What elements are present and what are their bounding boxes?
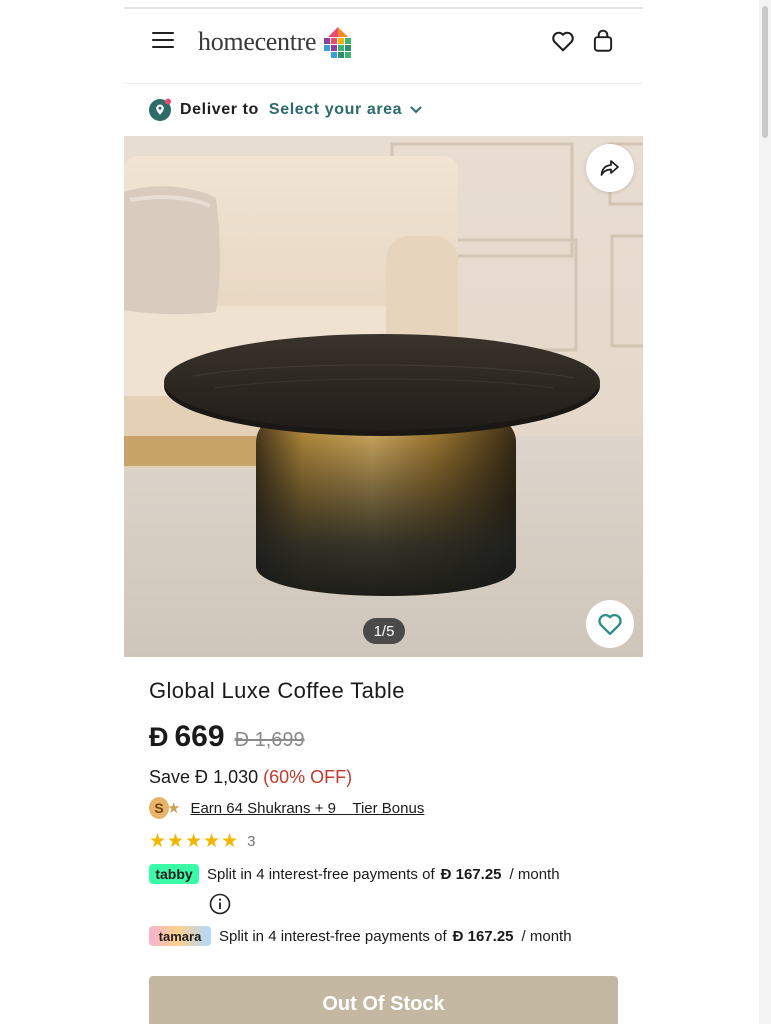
logo-text: homecentre (198, 27, 317, 56)
tabby-amount: Đ 167.25 (440, 865, 502, 883)
tabby-logo: tabby (149, 864, 199, 884)
select-area-text: Select your area (268, 101, 403, 118)
save-label: Save (149, 767, 191, 787)
add-to-wishlist-button[interactable] (586, 600, 634, 648)
tamara-amount: Đ 167.25 (452, 927, 514, 945)
star-rating-icons: ★★★★★ (149, 831, 240, 852)
homecentre-logo[interactable]: homecentre (198, 26, 356, 58)
save-currency: Đ (195, 767, 209, 787)
coffee-table-photo (124, 136, 643, 657)
tamara-installment-row: tamara Split in 4 interest-free payments… (149, 926, 572, 946)
product-image-gallery[interactable]: 1/5 (124, 136, 643, 657)
old-currency-symbol: Đ (234, 729, 250, 751)
image-counter: 1/5 (363, 618, 405, 644)
logo-mark-icon (324, 27, 352, 58)
top-divider (124, 7, 643, 9)
tabby-text: Split in 4 interest-free payments of (207, 865, 435, 883)
save-amount: 1,030 (213, 767, 259, 787)
delivery-bar: Deliver to Select your area (124, 84, 643, 136)
mobile-page: homecentre Deliver to Select your area 1… (124, 0, 643, 1024)
deliver-to-label: Deliver to (180, 101, 259, 118)
current-price: Đ 669 (149, 720, 225, 754)
product-rating[interactable]: ★★★★★ 3 (149, 830, 256, 853)
shukrans-coin-icon: S (149, 797, 169, 819)
review-count: 3 (247, 833, 256, 850)
tabby-suffix: / month (509, 865, 560, 883)
hamburger-menu-icon[interactable] (152, 30, 176, 50)
tamara-suffix: / month (521, 927, 572, 945)
info-icon[interactable] (209, 893, 231, 915)
product-title: Global Luxe Coffee Table (149, 678, 405, 703)
old-price-value: 1,699 (254, 729, 305, 751)
original-price: Đ 1,699 (235, 729, 305, 752)
share-arrow-icon (600, 160, 619, 176)
scrollbar-thumb[interactable] (762, 6, 768, 138)
shukrans-row: S ★ Earn 64 Shukrans + 9 Tier Bonus (149, 797, 424, 819)
tamara-text: Split in 4 interest-free payments of (219, 927, 447, 945)
savings-text: Save Đ 1,030 (60% OFF) (149, 767, 352, 788)
page-scrollbar[interactable] (759, 0, 771, 1024)
out-of-stock-button[interactable]: Out Of Stock (149, 976, 618, 1024)
shukrans-link[interactable]: Earn 64 Shukrans + 9 Tier Bonus (190, 800, 424, 817)
tamara-logo: tamara (149, 926, 211, 946)
discount-percent: (60% OFF) (263, 767, 353, 787)
shukrans-star-icon: ★ (167, 800, 181, 817)
site-header: homecentre (124, 10, 643, 84)
heart-icon[interactable] (550, 28, 576, 54)
select-area-dropdown[interactable]: Select your area (269, 101, 422, 119)
heart-outline-icon (598, 613, 622, 636)
price-row: Đ 669 Đ 1,699 (149, 720, 305, 754)
currency-symbol: Đ (149, 722, 169, 752)
location-pin-icon (149, 98, 171, 121)
shopping-bag-icon[interactable] (590, 28, 616, 54)
tabby-installment-row: tabby Split in 4 interest-free payments … (149, 864, 560, 884)
out-of-stock-label: Out Of Stock (322, 992, 445, 1015)
chevron-down-icon (410, 106, 422, 114)
price-value: 669 (174, 720, 225, 753)
share-button[interactable] (586, 144, 634, 192)
